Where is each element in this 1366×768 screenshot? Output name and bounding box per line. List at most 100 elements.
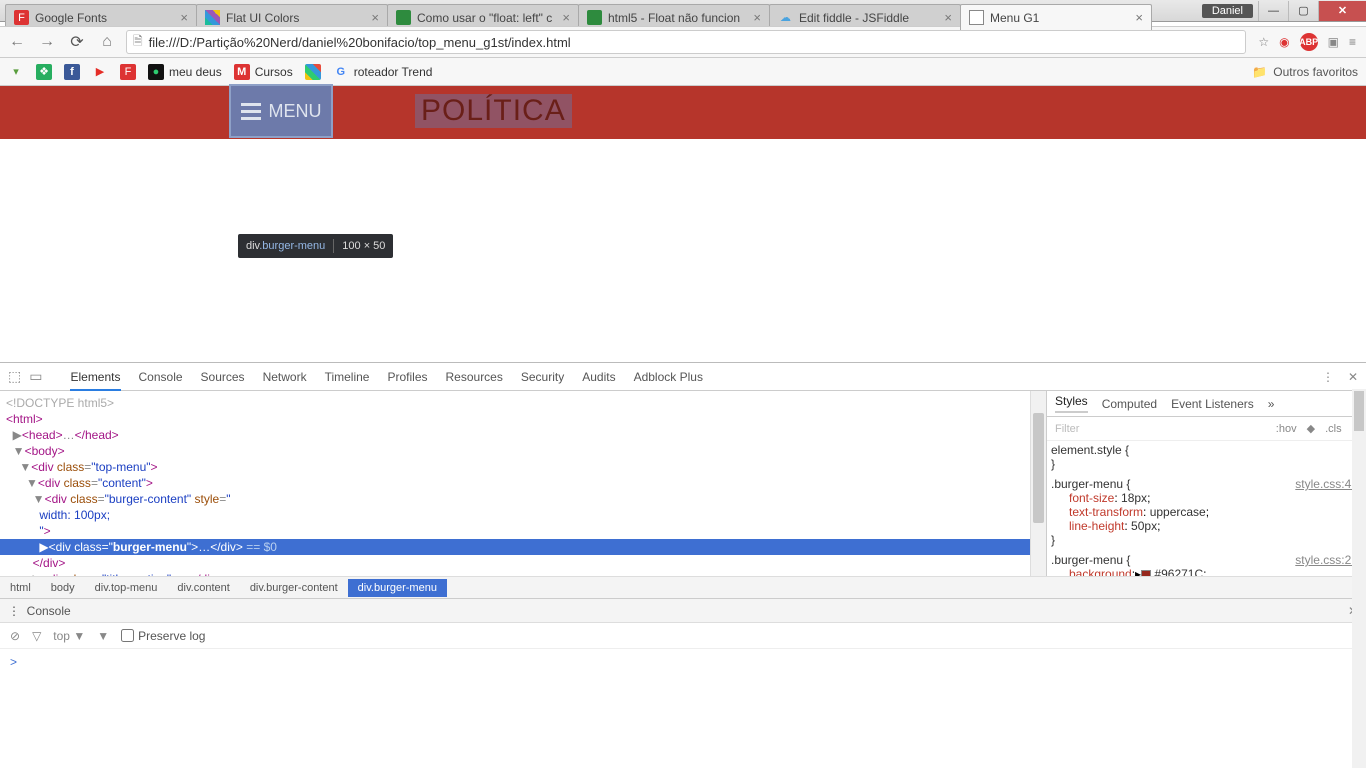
console-tab[interactable]: Console — [27, 604, 71, 618]
bookmark-icon: M — [234, 64, 250, 80]
console-prompt: > — [10, 655, 17, 669]
tab-close-icon[interactable]: × — [180, 10, 188, 25]
bookmark-item[interactable]: ▶ — [92, 64, 108, 80]
hov-toggle[interactable]: :hov — [1276, 423, 1297, 435]
bookmark-item[interactable]: MCursos — [234, 64, 293, 80]
clear-console-icon[interactable]: ⊘ — [10, 629, 20, 643]
dom-style-width: width: 100px; — [39, 508, 110, 522]
tab-favicon — [396, 10, 411, 25]
tab-title: html5 - Float não funcion — [608, 11, 749, 25]
styles-filter-row: Filter :hov ◆ .cls + — [1047, 417, 1366, 441]
bookmark-item[interactable]: ▾ — [8, 64, 24, 80]
back-button[interactable]: ← — [6, 33, 28, 51]
dom-selected-node[interactable]: ▶<div class="burger-menu">…</div> == $0 — [0, 539, 1030, 555]
breadcrumb-item[interactable]: div.content — [167, 579, 239, 597]
browser-toolbar: ← → ⟳ ⌂ 🗎 file:///D:/Partição%20Nerd/dan… — [0, 26, 1366, 58]
bookmark-item[interactable]: Groteador Trend — [333, 64, 433, 80]
bookmark-item[interactable] — [305, 64, 321, 80]
reload-button[interactable]: ⟳ — [66, 32, 88, 52]
devtools-close-icon[interactable]: ✕ — [1348, 370, 1358, 384]
scope-select[interactable]: top ▼ — [53, 629, 85, 643]
dom-scrollbar[interactable] — [1030, 391, 1046, 576]
styles-body[interactable]: element.style { } style.css:48 .burger-m… — [1047, 441, 1366, 576]
styles-panel: Styles Computed Event Listeners » Filter… — [1046, 391, 1366, 576]
bookmark-item[interactable]: ●meu deus — [148, 64, 222, 80]
dom-breadcrumb: htmlbodydiv.top-menudiv.contentdiv.burge… — [0, 576, 1366, 598]
devtools-body: <!DOCTYPE html5> <html> ▶<head>…</head> … — [0, 391, 1366, 576]
styles-tab-styles[interactable]: Styles — [1055, 394, 1088, 413]
styles-tab-more-icon[interactable]: » — [1268, 397, 1275, 411]
dom-tree[interactable]: <!DOCTYPE html5> <html> ▶<head>…</head> … — [0, 391, 1030, 576]
rule-element-style: element.style { — [1051, 443, 1362, 457]
devtools-tab[interactable]: Resources — [446, 370, 503, 389]
styles-filter[interactable]: Filter — [1055, 423, 1079, 435]
bookmark-icon: ● — [148, 64, 164, 80]
bookmark-item[interactable]: F — [120, 64, 136, 80]
devtools-tab[interactable]: Audits — [582, 370, 615, 389]
source-link-1[interactable]: style.css:48 — [1295, 477, 1358, 491]
source-link-2[interactable]: style.css:26 — [1295, 553, 1358, 567]
console-body[interactable]: > — [0, 649, 1366, 768]
devtools: ⬚ ▭ Elements Console Sources Network Timelin… — [0, 362, 1366, 768]
devtools-more-icon[interactable]: ⋮ — [1322, 370, 1334, 384]
breadcrumb-item[interactable]: div.burger-menu — [348, 579, 447, 597]
bookmark-item[interactable]: ❖ — [36, 64, 52, 80]
cls-toggle[interactable]: .cls — [1325, 423, 1342, 435]
devtools-tab[interactable]: Adblock Plus — [634, 370, 703, 389]
breadcrumb-item[interactable]: div.top-menu — [85, 579, 168, 597]
section-title: POLÍTICA — [415, 94, 572, 128]
address-bar[interactable]: 🗎 file:///D:/Partição%20Nerd/daniel%20bo… — [126, 30, 1246, 54]
drawer-menu-icon[interactable]: ⋮ — [8, 604, 20, 618]
styles-tab-computed[interactable]: Computed — [1102, 397, 1157, 411]
close-button[interactable]: ✕ — [1318, 1, 1366, 21]
devtools-tab[interactable]: Timeline — [325, 370, 370, 389]
devtools-tab[interactable]: Sources — [201, 370, 245, 389]
other-bookmarks-label: Outros favoritos — [1273, 65, 1358, 79]
styles-tabs: Styles Computed Event Listeners » — [1047, 391, 1366, 417]
breadcrumb-item[interactable]: body — [41, 579, 85, 597]
pin-icon[interactable]: ◆ — [1307, 422, 1315, 435]
inspect-icon[interactable]: ⬚ — [8, 368, 21, 385]
tab-favicon: ☁ — [778, 10, 793, 25]
level-select[interactable]: ▼ — [97, 629, 109, 643]
bookmark-icon: G — [333, 64, 349, 80]
devtools-tab[interactable]: Console — [139, 370, 183, 389]
maximize-button[interactable]: ▢ — [1288, 1, 1318, 21]
camera-icon[interactable]: ▣ — [1328, 35, 1339, 49]
devtools-tab[interactable]: Security — [521, 370, 564, 389]
devtools-tab[interactable]: Profiles — [387, 370, 427, 389]
top-menu-bar: MENU POLÍTICA — [0, 86, 1366, 139]
preserve-log-checkbox[interactable]: Preserve log — [121, 629, 205, 643]
devtools-tab[interactable]: Network — [263, 370, 307, 389]
breadcrumb-item[interactable]: div.burger-content — [240, 579, 348, 597]
tab-close-icon[interactable]: × — [1135, 10, 1143, 25]
extension-icon[interactable]: ◉ — [1279, 35, 1289, 49]
tab-close-icon[interactable]: × — [371, 10, 379, 25]
forward-button[interactable]: → — [36, 33, 58, 51]
styles-scrollbar[interactable] — [1352, 389, 1366, 768]
device-icon[interactable]: ▭ — [29, 368, 42, 385]
styles-tab-listeners[interactable]: Event Listeners — [1171, 397, 1254, 411]
bookmark-item[interactable]: f — [64, 64, 80, 80]
tab-favicon: F — [14, 10, 29, 25]
filter-icon[interactable]: ▽ — [32, 629, 41, 643]
bookmark-label: roteador Trend — [354, 65, 433, 79]
bookmark-icon: ▶ — [92, 64, 108, 80]
page-icon: 🗎 — [133, 32, 143, 53]
minimize-button[interactable]: — — [1258, 1, 1288, 21]
browser-tab[interactable]: Menu G1× — [960, 4, 1152, 30]
bookmark-star-icon[interactable]: ☆ — [1258, 35, 1269, 49]
other-bookmarks[interactable]: 📁 Outros favoritos — [1252, 65, 1358, 79]
tooltip-dimensions: 100 × 50 — [342, 240, 385, 252]
abp-icon[interactable]: ABP — [1300, 33, 1318, 51]
color-swatch[interactable] — [1141, 570, 1151, 576]
dom-doctype: <!DOCTYPE html5> — [6, 396, 114, 410]
burger-menu[interactable]: MENU — [231, 86, 331, 136]
tab-close-icon[interactable]: × — [944, 10, 952, 25]
home-button[interactable]: ⌂ — [96, 33, 118, 51]
breadcrumb-item[interactable]: html — [0, 579, 41, 597]
tab-close-icon[interactable]: × — [562, 10, 570, 25]
menu-icon[interactable]: ≡ — [1349, 35, 1356, 49]
tab-close-icon[interactable]: × — [753, 10, 761, 25]
devtools-tab[interactable]: Elements — [70, 370, 120, 391]
